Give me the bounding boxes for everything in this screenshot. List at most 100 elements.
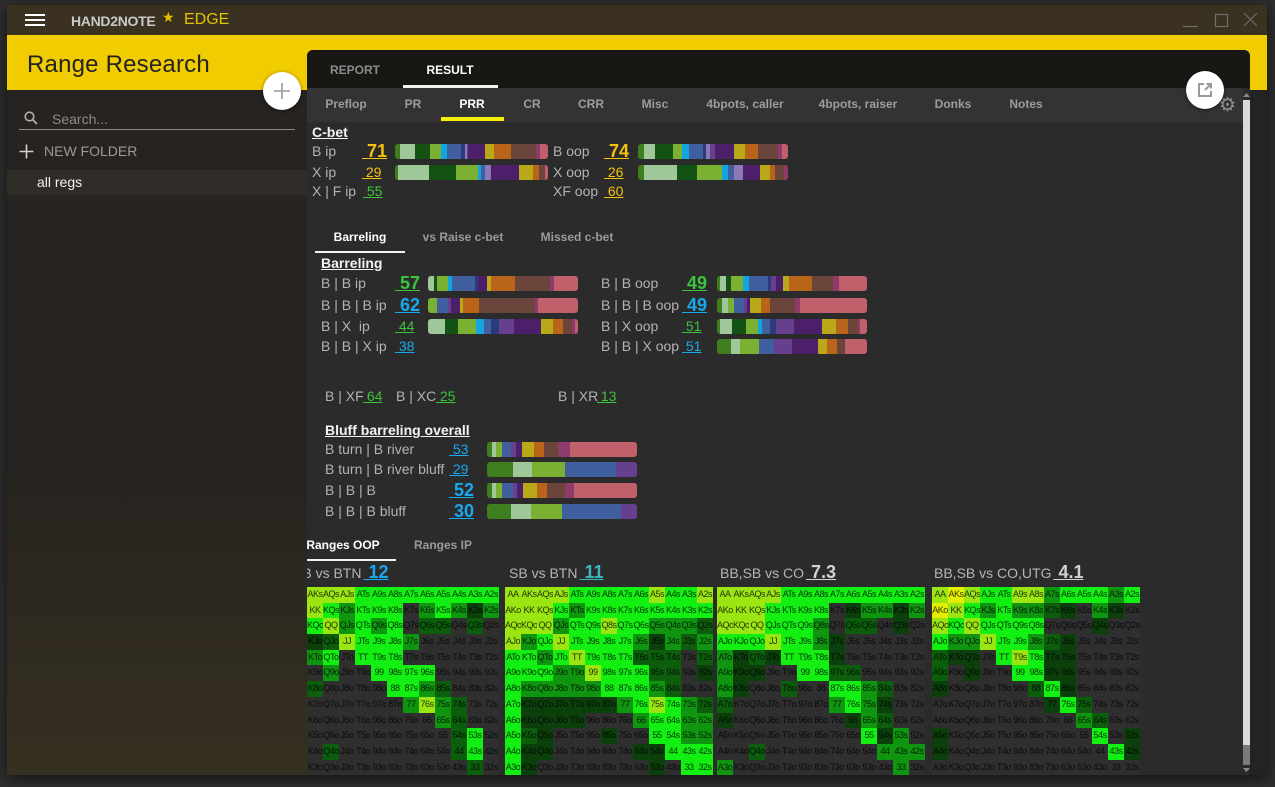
hand-cell[interactable]: J9s <box>797 634 813 650</box>
hand-cell[interactable]: T6s <box>845 649 861 666</box>
hand-cell[interactable]: A6o <box>717 712 733 729</box>
hand-cell[interactable]: Q4s <box>877 618 893 635</box>
hand-cell[interactable]: J6o <box>553 712 569 729</box>
hand-cell[interactable]: 65s <box>861 712 877 729</box>
hand-cell[interactable]: 95s <box>861 665 877 682</box>
stat-value-link[interactable]: 64 <box>363 386 383 406</box>
hand-cell[interactable]: 95s <box>1076 665 1092 682</box>
hand-cell[interactable]: 82s <box>697 681 713 697</box>
hand-cell[interactable]: K9o <box>733 665 749 682</box>
hand-cell[interactable]: 83s <box>1108 681 1124 697</box>
hand-cell[interactable]: 63s <box>681 712 697 729</box>
hand-cell[interactable]: 77 <box>1044 696 1060 713</box>
hand-cell[interactable]: T5o <box>569 728 585 744</box>
hand-cell[interactable]: 96s <box>845 665 861 682</box>
hand-cell[interactable]: 64o <box>419 743 435 760</box>
hand-cell[interactable]: Q4s <box>451 618 467 635</box>
hand-cell[interactable]: KTo <box>948 649 964 666</box>
hand-cell[interactable]: K3o <box>733 759 749 775</box>
hand-cell[interactable]: T5o <box>355 728 371 744</box>
hand-cell[interactable]: 63o <box>845 759 861 775</box>
hand-cell[interactable]: A6o <box>932 712 948 729</box>
hand-cell[interactable]: TT <box>996 649 1012 666</box>
hand-cell[interactable]: J6o <box>980 712 996 729</box>
hand-cell[interactable]: 94s <box>877 665 893 682</box>
tab-vs-raise-cbet[interactable]: vs Raise c-bet <box>423 230 504 244</box>
hand-cell[interactable]: T8o <box>355 681 371 697</box>
hand-cell[interactable]: KJs <box>553 602 569 619</box>
hand-cell[interactable]: 87s <box>829 681 845 697</box>
hand-cell[interactable]: A3o <box>932 759 948 775</box>
hand-cell[interactable]: T3o <box>569 759 585 775</box>
hand-cell[interactable]: K7s <box>403 602 419 619</box>
hand-cell[interactable]: Q3o <box>749 759 765 775</box>
hand-cell[interactable]: Q5s <box>649 618 665 635</box>
hand-cell[interactable]: K5o <box>948 728 964 744</box>
hand-cell[interactable]: AA <box>505 587 521 603</box>
hand-cell[interactable]: 93o <box>371 759 387 775</box>
hand-cell[interactable]: 95o <box>797 728 813 744</box>
hand-cell[interactable]: 98o <box>797 681 813 697</box>
hand-cell[interactable]: K5o <box>733 728 749 744</box>
hand-cell[interactable]: 72s <box>1124 696 1140 713</box>
hand-cell[interactable]: 43s <box>1108 743 1124 760</box>
tab-result[interactable]: RESULT <box>426 63 473 77</box>
hand-cell[interactable]: T7o <box>781 696 797 713</box>
hand-cell[interactable]: JTo <box>980 649 996 666</box>
hand-cell[interactable]: 62s <box>483 712 499 729</box>
hand-cell[interactable]: 62s <box>909 712 925 729</box>
hand-cell[interactable]: JTs <box>996 634 1012 650</box>
hand-cell[interactable]: A2s <box>483 587 499 603</box>
hand-cell[interactable]: Q6o <box>537 712 553 729</box>
hand-cell[interactable]: AKo <box>932 602 948 619</box>
hand-cell[interactable]: Q3o <box>323 759 339 775</box>
hand-cell[interactable]: 76o <box>403 712 419 729</box>
hand-cell[interactable]: T6o <box>781 712 797 729</box>
hand-cell[interactable]: Q8s <box>601 618 617 635</box>
hand-cell[interactable]: T2s <box>1124 649 1140 666</box>
hand-cell[interactable]: 94o <box>797 743 813 760</box>
hand-cell[interactable]: A7s <box>617 587 633 603</box>
hand-cell[interactable]: 54o <box>1076 743 1092 760</box>
hand-cell[interactable]: A3s <box>893 587 909 603</box>
hand-cell[interactable]: 96o <box>585 712 601 729</box>
hand-cell[interactable]: 63s <box>467 712 483 729</box>
hand-cell[interactable]: 76s <box>419 696 435 713</box>
hand-cell[interactable]: J7o <box>980 696 996 713</box>
hand-cell[interactable]: T8s <box>1028 649 1044 666</box>
hand-cell[interactable]: QQ <box>323 618 339 635</box>
hand-cell[interactable]: A8s <box>1028 587 1044 603</box>
hand-cell[interactable]: T7s <box>617 649 633 666</box>
subtab-preflop[interactable]: Preflop <box>325 97 366 111</box>
hand-cell[interactable]: T6o <box>996 712 1012 729</box>
hand-cell[interactable]: K9s <box>797 602 813 619</box>
hand-cell[interactable]: T7s <box>829 649 845 666</box>
hand-cell[interactable]: 65o <box>419 728 435 744</box>
hand-cell[interactable]: 52s <box>1124 728 1140 744</box>
hand-cell[interactable]: A6s <box>633 587 649 603</box>
hand-cell[interactable]: AKs <box>733 587 749 603</box>
hand-cell[interactable]: QJo <box>323 634 339 650</box>
hand-cell[interactable]: 83o <box>387 759 403 775</box>
hand-cell[interactable]: AKo <box>505 602 521 619</box>
hand-cell[interactable]: 95s <box>649 665 665 682</box>
hand-cell[interactable]: 95o <box>1012 728 1028 744</box>
hand-cell[interactable]: K3s <box>893 602 909 619</box>
hand-cell[interactable]: A9s <box>371 587 387 603</box>
hand-cell[interactable]: 97s <box>617 665 633 682</box>
hand-cell[interactable]: 87o <box>601 696 617 713</box>
hand-cell[interactable]: 92s <box>697 665 713 682</box>
hand-cell[interactable]: K3o <box>948 759 964 775</box>
hand-cell[interactable]: 75s <box>1076 696 1092 713</box>
hand-cell[interactable]: T6o <box>355 712 371 729</box>
hand-cell[interactable]: 92s <box>1124 665 1140 682</box>
hand-cell[interactable]: Q9o <box>537 665 553 682</box>
hand-cell[interactable]: K8s <box>813 602 829 619</box>
hand-cell[interactable]: KTs <box>569 602 585 619</box>
hand-cell[interactable]: 88 <box>387 681 403 697</box>
scrollbar-track[interactable] <box>1243 745 1250 765</box>
hand-cell[interactable]: 93o <box>1012 759 1028 775</box>
hand-cell[interactable]: 98o <box>371 681 387 697</box>
hand-cell[interactable]: K5s <box>1076 602 1092 619</box>
hand-cell[interactable]: K4s <box>665 602 681 619</box>
